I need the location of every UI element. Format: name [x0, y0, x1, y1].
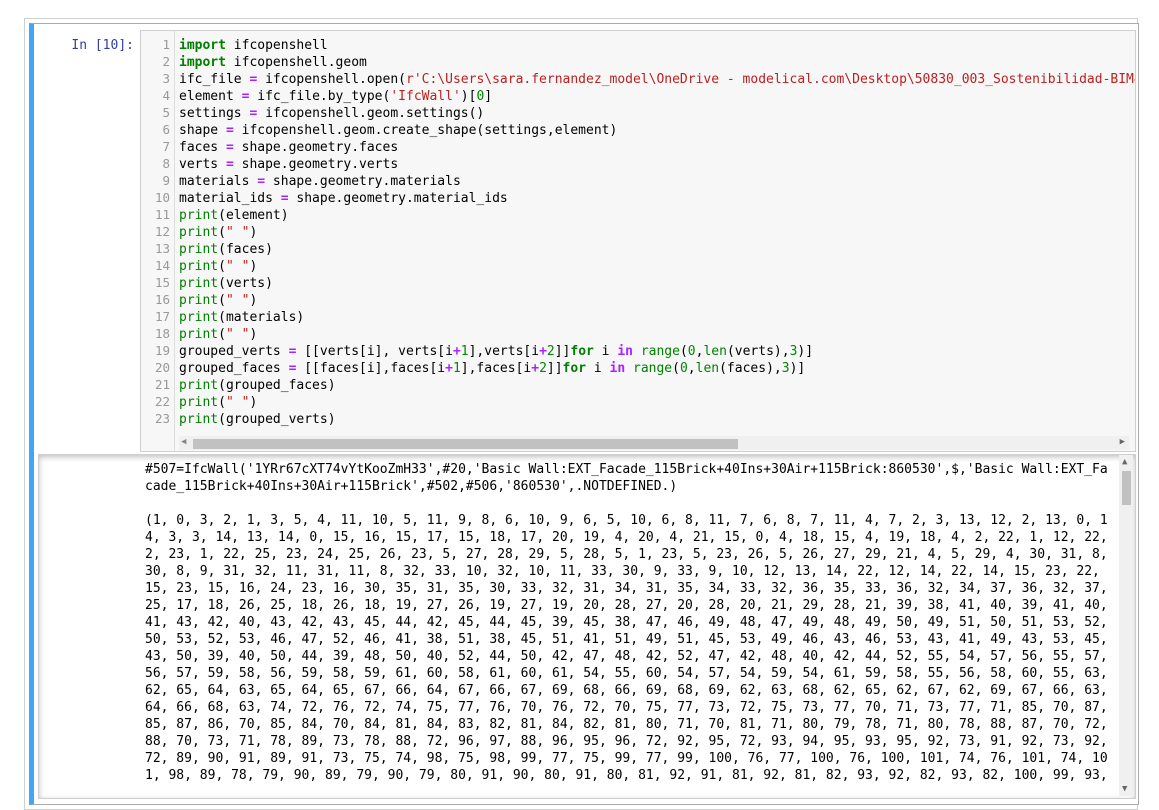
code-line[interactable]: print(" ")	[179, 326, 257, 343]
code-line[interactable]: material_ids = shape.geometry.material_i…	[179, 190, 508, 207]
line-number: 1	[162, 37, 170, 52]
line-number: 19	[154, 343, 170, 358]
scroll-up-icon[interactable]: ▲	[1122, 457, 1127, 467]
line-number: 8	[162, 156, 170, 171]
line-number: 7	[162, 139, 170, 154]
vertical-scroll-thumb[interactable]	[1122, 471, 1131, 505]
code-line[interactable]: print(faces)	[179, 241, 273, 258]
code-line[interactable]: print(materials)	[179, 309, 304, 326]
line-number: 12	[154, 224, 170, 239]
code-line[interactable]: settings = ifcopenshell.geom.settings()	[179, 105, 484, 122]
line-number: 18	[154, 326, 170, 341]
code-line[interactable]: shape = ifcopenshell.geom.create_shape(s…	[179, 122, 617, 139]
input-prompt: In [10]:	[71, 38, 134, 53]
code-line[interactable]: print(verts)	[179, 275, 273, 292]
line-number: 20	[154, 360, 170, 375]
code-line[interactable]: print(" ")	[179, 258, 257, 275]
line-number: 11	[154, 207, 170, 222]
line-number: 10	[154, 190, 170, 205]
code-line[interactable]: print(grouped_faces)	[179, 377, 336, 394]
output-faces-tuple: (1, 0, 3, 2, 1, 3, 5, 4, 11, 10, 5, 11, …	[145, 513, 1116, 783]
line-number: 13	[154, 241, 170, 256]
code-line[interactable]: verts = shape.geometry.verts	[179, 156, 398, 173]
horizontal-scrollbar[interactable]: ◀ ▶	[179, 436, 1129, 450]
code-line[interactable]: import ifcopenshell	[179, 37, 328, 54]
horizontal-scroll-thumb[interactable]	[193, 439, 738, 449]
code-editor[interactable]: 1 2 3 4 5 6 7 8 9 10 11 12 13 14 15 16 17 18 19 20 21 22 23 im…	[140, 30, 1136, 452]
line-number: 23	[154, 411, 170, 426]
line-number: 6	[162, 122, 170, 137]
code-cell[interactable]: In [10]: 1 2 3 4 5 6 7 8 9 10 11 12 13 14 15 16 17 18 19 20…	[29, 23, 1139, 805]
line-number: 4	[162, 88, 170, 103]
code-line[interactable]: print(" ")	[179, 394, 257, 411]
line-number: 2	[162, 54, 170, 69]
line-number: 9	[162, 173, 170, 188]
vertical-scrollbar[interactable]: ▲ ▼	[1119, 455, 1133, 796]
code-line[interactable]: print(" ")	[179, 292, 257, 309]
scroll-right-icon[interactable]: ▶	[1120, 437, 1125, 447]
output-text: #507=IfcWall('1YRr67cXT74vYtKooZmH33',#2…	[145, 461, 1115, 784]
scroll-down-icon[interactable]: ▼	[1122, 784, 1127, 794]
code-line[interactable]: import ifcopenshell.geom	[179, 54, 367, 71]
output-element-line: #507=IfcWall('1YRr67cXT74vYtKooZmH33',#2…	[145, 462, 1108, 494]
output-area[interactable]: #507=IfcWall('1YRr67cXT74vYtKooZmH33',#2…	[38, 454, 1136, 799]
notebook-container: In [10]: 1 2 3 4 5 6 7 8 9 10 11 12 13 14 15 16 17 18 19 20…	[24, 18, 1139, 810]
line-number: 14	[154, 258, 170, 273]
code-line[interactable]: grouped_faces = [[faces[i],faces[i+1],fa…	[179, 360, 805, 377]
code-line[interactable]: print(element)	[179, 207, 289, 224]
line-number: 22	[154, 394, 170, 409]
code-line[interactable]: materials = shape.geometry.materials	[179, 173, 461, 190]
code-line[interactable]: print(grouped_verts)	[179, 411, 336, 428]
line-number: 21	[154, 377, 170, 392]
scroll-left-icon[interactable]: ◀	[181, 437, 186, 447]
line-number: 5	[162, 105, 170, 120]
line-number: 3	[162, 71, 170, 86]
line-number: 16	[154, 292, 170, 307]
line-number-gutter: 1 2 3 4 5 6 7 8 9 10 11 12 13 14 15 16 17 18 19 20 21 22 23	[141, 31, 175, 451]
line-number: 15	[154, 275, 170, 290]
code-line[interactable]: ifc_file = ifcopenshell.open(r'C:\Users\…	[179, 71, 1135, 88]
code-line[interactable]: grouped_verts = [[verts[i], verts[i+1],v…	[179, 343, 813, 360]
code-line[interactable]: print(" ")	[179, 224, 257, 241]
line-number: 17	[154, 309, 170, 324]
code-line[interactable]: faces = shape.geometry.faces	[179, 139, 398, 156]
code-line[interactable]: element = ifc_file.by_type('IfcWall')[0]	[179, 88, 492, 105]
